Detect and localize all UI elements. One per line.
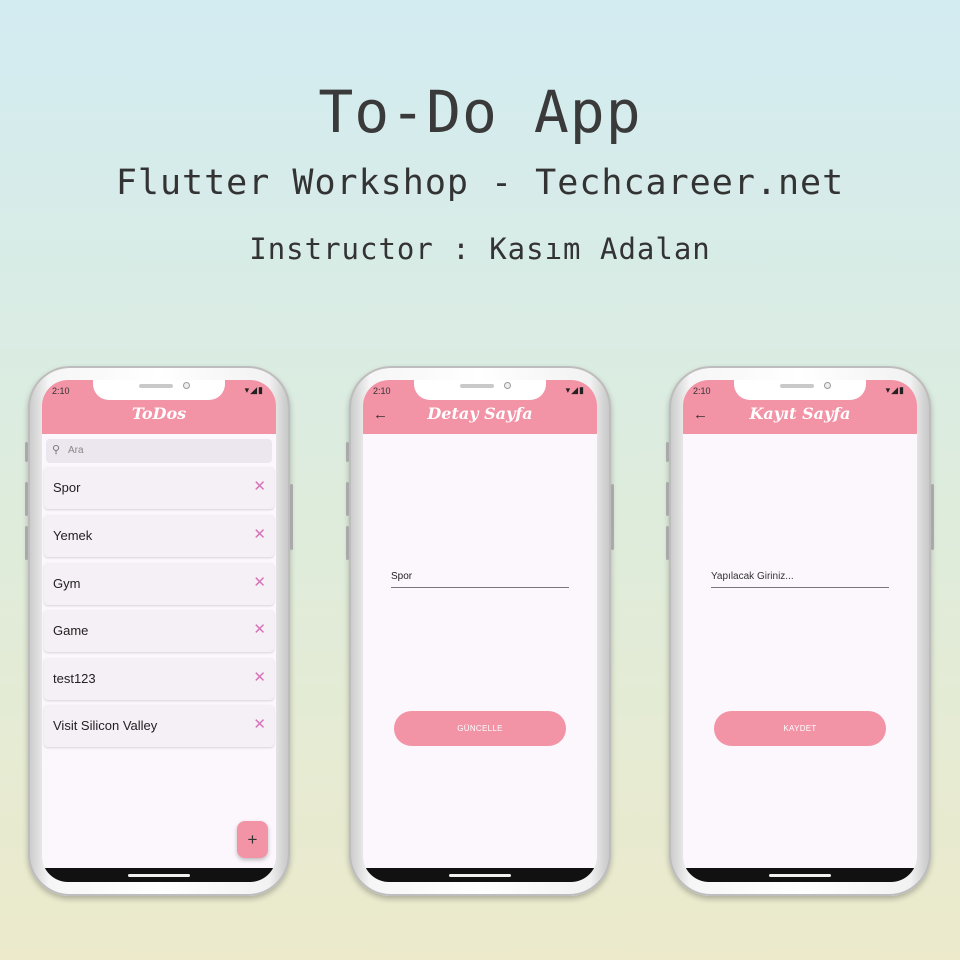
close-icon[interactable]: ✕ (253, 668, 266, 686)
list-item-label: Yemek (53, 528, 93, 543)
phone-detail: 2:10 ▾◢▮ ← Detay Sayfa GÜNCELLE (346, 366, 614, 896)
detail-screen: 2:10 ▾◢▮ ← Detay Sayfa GÜNCELLE (363, 380, 597, 882)
app-bar-title: ToDos (131, 404, 187, 423)
search-bar[interactable]: ⚲ Ara (46, 439, 272, 463)
phone-list: 2:10 ▾◢▮ ToDos ⚲ Ara Spor ✕ Yemek ✕ Gym … (25, 366, 293, 896)
add-todo-button[interactable]: + (237, 821, 268, 858)
status-icons: ▾◢▮ (885, 385, 905, 395)
list-item-label: test123 (53, 671, 96, 686)
list-item[interactable]: Spor ✕ (44, 467, 274, 509)
close-icon[interactable]: ✕ (253, 477, 266, 495)
list-item[interactable]: Game ✕ (44, 610, 274, 652)
close-icon[interactable]: ✕ (253, 573, 266, 591)
list-item[interactable]: test123 ✕ (44, 658, 274, 700)
notch (414, 380, 546, 400)
system-nav-bar (683, 868, 917, 882)
hero-subtitle: Flutter Workshop - Techcareer.net (115, 163, 845, 203)
notch (93, 380, 225, 400)
status-time: 2:10 (693, 386, 711, 396)
close-icon[interactable]: ✕ (253, 620, 266, 638)
system-nav-bar (42, 868, 276, 882)
plus-icon: + (247, 830, 258, 849)
todo-input[interactable] (711, 569, 889, 582)
notch (734, 380, 866, 400)
update-button[interactable]: GÜNCELLE (394, 711, 566, 746)
phone-register: 2:10 ▾◢▮ ← Kayıt Sayfa KAYDET (666, 366, 934, 896)
save-button[interactable]: KAYDET (714, 711, 886, 746)
list-item-label: Game (53, 623, 89, 638)
list-item-label: Visit Silicon Valley (53, 718, 158, 733)
hero-title: To-Do App (318, 78, 642, 146)
status-icons: ▾◢▮ (244, 385, 264, 395)
search-icon: ⚲ (52, 444, 61, 456)
todo-field[interactable] (391, 566, 569, 588)
system-nav-bar (363, 868, 597, 882)
list-item[interactable]: Yemek ✕ (44, 515, 274, 557)
home-indicator[interactable] (449, 874, 511, 877)
home-indicator[interactable] (128, 874, 190, 877)
app-bar-title: Kayıt Sayfa (749, 404, 851, 423)
close-icon[interactable]: ✕ (253, 715, 266, 733)
home-indicator[interactable] (769, 874, 831, 877)
list-item[interactable]: Visit Silicon Valley ✕ (44, 705, 274, 747)
list-item-label: Gym (53, 576, 81, 591)
close-icon[interactable]: ✕ (253, 525, 266, 543)
hero-instructor: Instructor : Kasım Adalan (249, 232, 711, 266)
register-screen: 2:10 ▾◢▮ ← Kayıt Sayfa KAYDET (683, 380, 917, 882)
status-time: 2:10 (373, 386, 391, 396)
list-screen: 2:10 ▾◢▮ ToDos ⚲ Ara Spor ✕ Yemek ✕ Gym … (42, 380, 276, 882)
search-placeholder: Ara (68, 445, 84, 456)
status-time: 2:10 (52, 386, 70, 396)
todo-field[interactable] (711, 566, 889, 588)
list-item-label: Spor (53, 480, 81, 495)
list-item[interactable]: Gym ✕ (44, 563, 274, 605)
app-bar-title: Detay Sayfa (427, 404, 533, 423)
status-icons: ▾◢▮ (565, 385, 585, 395)
todo-input[interactable] (391, 569, 569, 582)
